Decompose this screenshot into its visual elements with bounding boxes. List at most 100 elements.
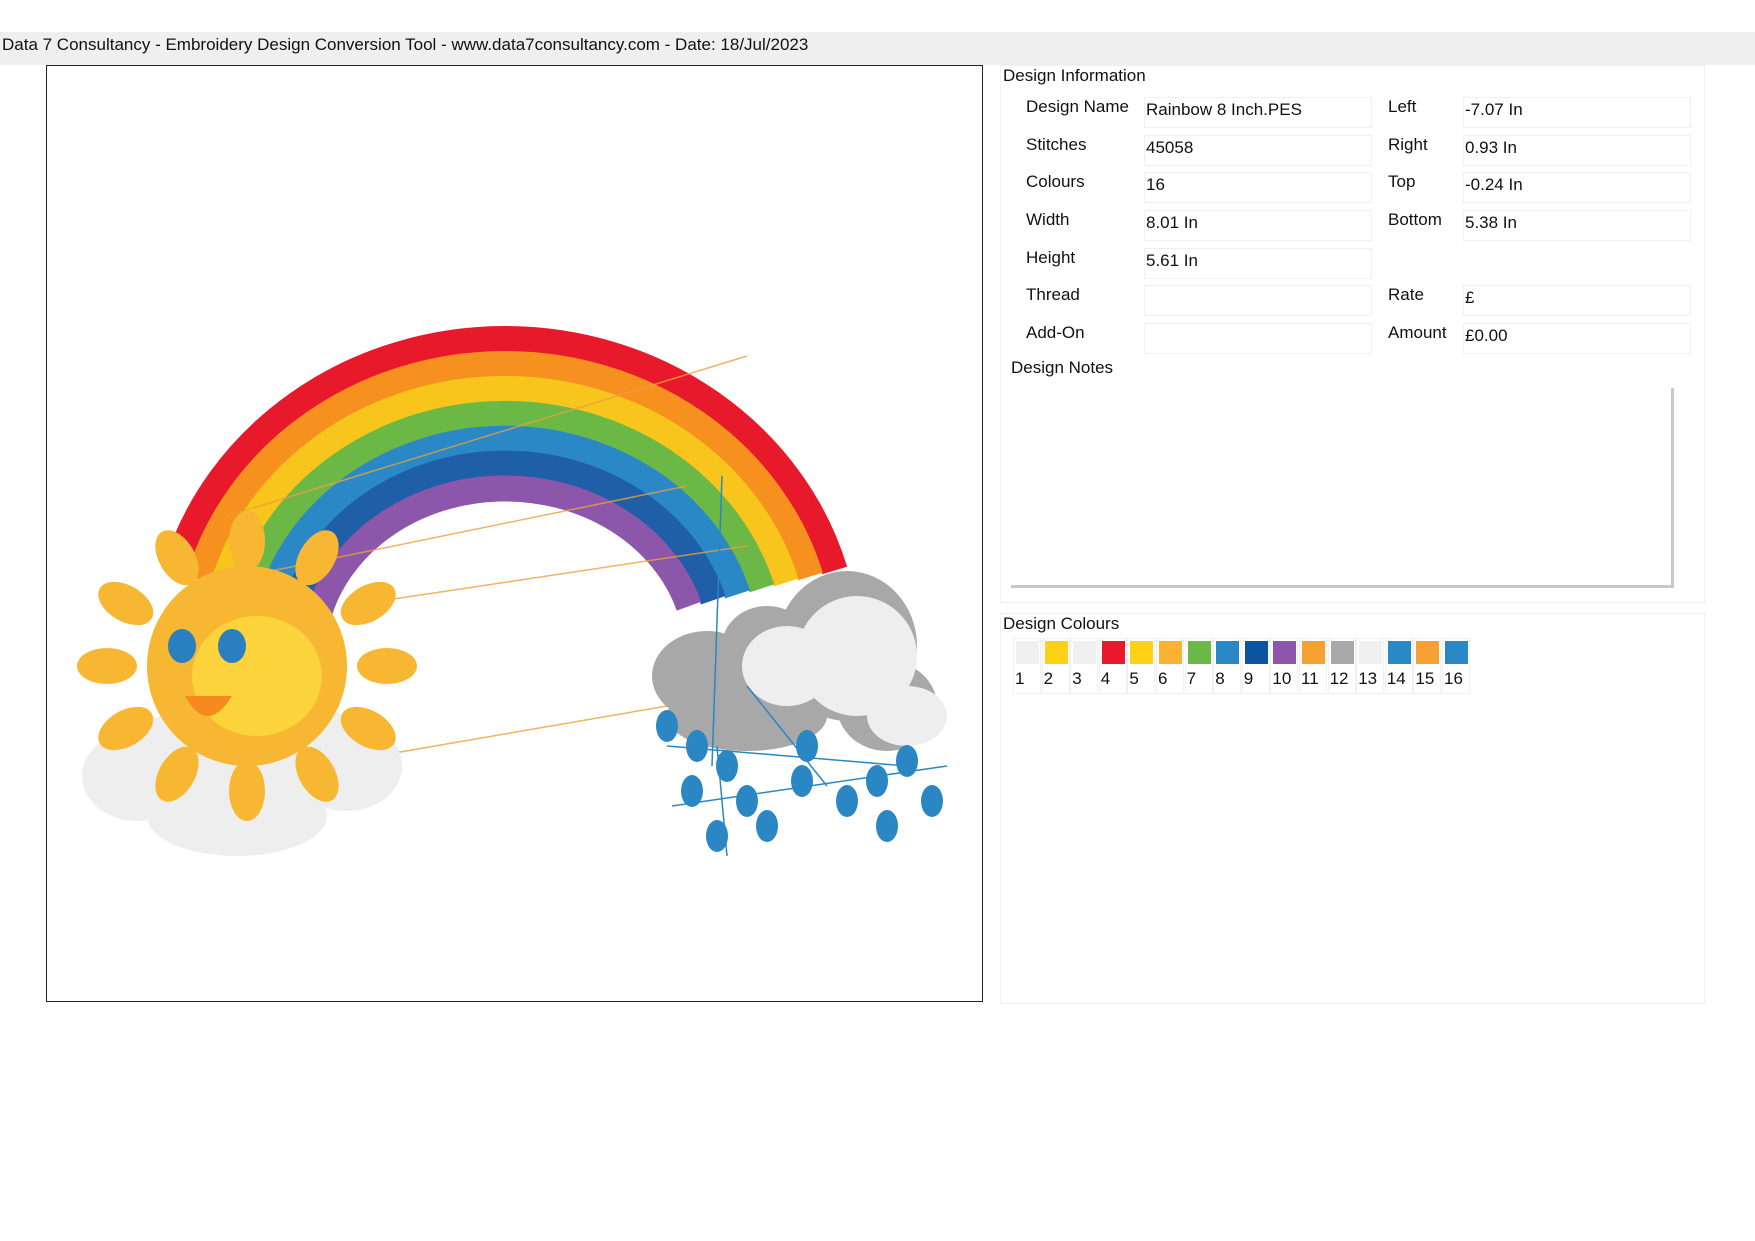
swatch-color-chip (1159, 641, 1182, 664)
colour-swatch[interactable]: 5 (1127, 638, 1156, 694)
stitches-field[interactable]: 45058 (1144, 135, 1372, 166)
swatch-number: 8 (1215, 669, 1225, 688)
colour-swatch[interactable]: 14 (1384, 638, 1413, 694)
height-field[interactable]: 5.61 In (1144, 248, 1372, 279)
design-artwork (77, 326, 948, 857)
left-label: Left (1388, 97, 1417, 116)
raindrop (656, 710, 678, 742)
swatch-number: 12 (1329, 669, 1349, 688)
design-name-label: Design Name (1026, 97, 1129, 116)
sun-face (192, 616, 322, 736)
top-label: Top (1388, 172, 1416, 191)
bottom-field[interactable]: 5.38 In (1463, 210, 1691, 241)
sun-right-eye (218, 629, 246, 663)
swatch-number: 13 (1358, 669, 1378, 688)
swatch-number: 7 (1186, 669, 1197, 688)
title-bar: Data 7 Consultancy - Embroidery Design C… (0, 32, 1755, 65)
title-text: Data 7 Consultancy - Embroidery Design C… (2, 35, 809, 54)
swatch-color-chip (1359, 641, 1383, 664)
design-information-panel: Design Information Design Name Rainbow 8… (1000, 65, 1705, 603)
design-colours-panel: Design Colours 1 2 3 4 5 6 7 8 9 10 11 12 13 14 15 16 (1000, 613, 1705, 1004)
width-field[interactable]: 8.01 In (1144, 210, 1372, 241)
sun-ray (357, 648, 417, 684)
height-label: Height (1026, 248, 1076, 267)
width-label: Width (1026, 210, 1070, 229)
add-on-field[interactable] (1144, 323, 1372, 354)
colour-swatch[interactable]: 16 (1442, 638, 1470, 694)
colour-swatch[interactable]: 1 (1013, 638, 1041, 694)
swatch-color-chip (1445, 641, 1468, 664)
colour-swatch[interactable]: 10 (1270, 638, 1299, 694)
swatch-number: 2 (1043, 669, 1054, 688)
colour-swatch[interactable]: 6 (1156, 638, 1184, 694)
sun-ray (229, 761, 265, 821)
raindrop (791, 765, 813, 797)
amount-field[interactable]: £0.00 (1463, 323, 1691, 354)
colours-field[interactable]: 16 (1144, 172, 1372, 203)
raindrop (686, 730, 708, 762)
swatch-color-chip (1101, 641, 1125, 664)
raindrop (681, 775, 703, 807)
swatch-number: 16 (1444, 669, 1463, 688)
raindrop (756, 810, 778, 842)
sun-left-eye (168, 629, 196, 663)
sun-ray (229, 511, 265, 571)
swatch-color-chip (1330, 641, 1354, 664)
colour-swatch[interactable]: 12 (1327, 638, 1356, 694)
add-on-label: Add-On (1026, 323, 1085, 342)
swatch-color-chip (1016, 641, 1039, 664)
raindrop (896, 745, 918, 777)
colour-swatch[interactable]: 4 (1098, 638, 1127, 694)
raindrop (716, 750, 738, 782)
swatch-number: 3 (1072, 669, 1082, 688)
swatch-number: 11 (1301, 669, 1319, 688)
design-preview[interactable] (46, 65, 983, 1002)
design-information-title: Design Information (1003, 66, 1146, 85)
storm-cloud-highlight (742, 626, 832, 706)
colour-swatch[interactable]: 8 (1213, 638, 1242, 694)
colour-swatch[interactable]: 15 (1413, 638, 1442, 694)
swatch-number: 9 (1243, 669, 1254, 688)
stitches-label: Stitches (1026, 135, 1087, 154)
thread-label: Thread (1026, 285, 1080, 304)
swatch-color-chip (1044, 641, 1068, 664)
colour-swatch[interactable]: 11 (1299, 638, 1327, 694)
raindrop (866, 765, 888, 797)
swatch-color-chip (1073, 641, 1097, 664)
swatch-color-chip (1416, 641, 1440, 664)
swatch-number: 5 (1129, 669, 1139, 688)
colour-swatch[interactable]: 2 (1041, 638, 1070, 694)
rate-label: Rate (1388, 285, 1424, 304)
colour-swatch[interactable]: 7 (1184, 638, 1213, 694)
swatch-number: 14 (1386, 669, 1406, 688)
swatch-color-chip (1216, 641, 1240, 664)
raindrop (796, 730, 818, 762)
thread-field[interactable] (1144, 285, 1372, 316)
design-notes-textarea[interactable] (1011, 388, 1674, 588)
right-field[interactable]: 0.93 In (1463, 135, 1691, 166)
swatch-color-chip (1273, 641, 1297, 664)
right-label: Right (1388, 135, 1428, 154)
swatch-color-chip (1244, 641, 1268, 664)
design-colours-title: Design Colours (1003, 614, 1120, 633)
raindrop (921, 785, 943, 817)
raindrop (836, 785, 858, 817)
swatch-number: 4 (1100, 669, 1111, 688)
raindrop (876, 810, 898, 842)
sun-ray (77, 648, 137, 684)
colour-swatch[interactable]: 9 (1241, 638, 1270, 694)
colour-swatch[interactable]: 13 (1356, 638, 1385, 694)
raindrop (736, 785, 758, 817)
swatch-color-chip (1187, 641, 1211, 664)
left-field[interactable]: -7.07 In (1463, 97, 1691, 128)
swatch-number: 15 (1415, 669, 1435, 688)
sun-ray (98, 581, 154, 626)
colours-label: Colours (1026, 172, 1085, 191)
colour-swatch[interactable]: 3 (1070, 638, 1099, 694)
rate-field[interactable]: £ (1463, 285, 1691, 316)
bottom-label: Bottom (1388, 210, 1442, 229)
swatch-number: 10 (1272, 669, 1292, 688)
top-field[interactable]: -0.24 In (1463, 172, 1691, 203)
design-name-field[interactable]: Rainbow 8 Inch.PES (1144, 97, 1372, 128)
swatch-color-chip (1130, 641, 1154, 664)
